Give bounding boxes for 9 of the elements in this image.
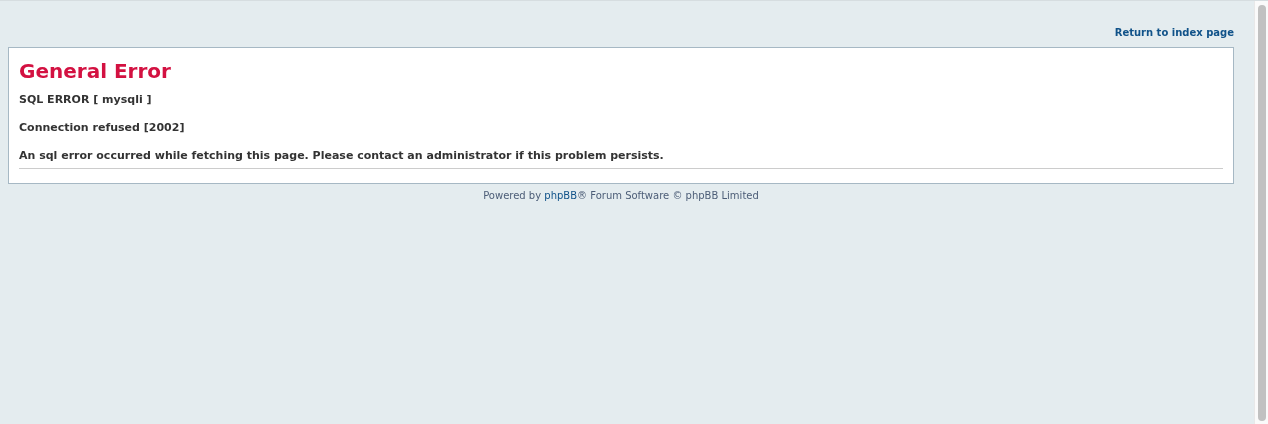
return-to-index-link[interactable]: Return to index page — [1114, 25, 1234, 40]
phpbb-link[interactable]: phpBB — [544, 190, 578, 201]
error-message: Connection refused [2002] — [19, 121, 186, 135]
footer-text: Powered by phpBB® Forum Software © phpBB Limited — [482, 189, 760, 203]
scrollbar-thumb[interactable] — [1257, 5, 1266, 421]
error-title: General Error — [19, 58, 172, 85]
error-message: SQL ERROR [ mysqli ] — [19, 93, 153, 107]
error-message: An sql error occurred while fetching this page. Please contact an administrator if this problem persists. — [19, 149, 665, 163]
scrollbar[interactable] — [1254, 1, 1268, 424]
